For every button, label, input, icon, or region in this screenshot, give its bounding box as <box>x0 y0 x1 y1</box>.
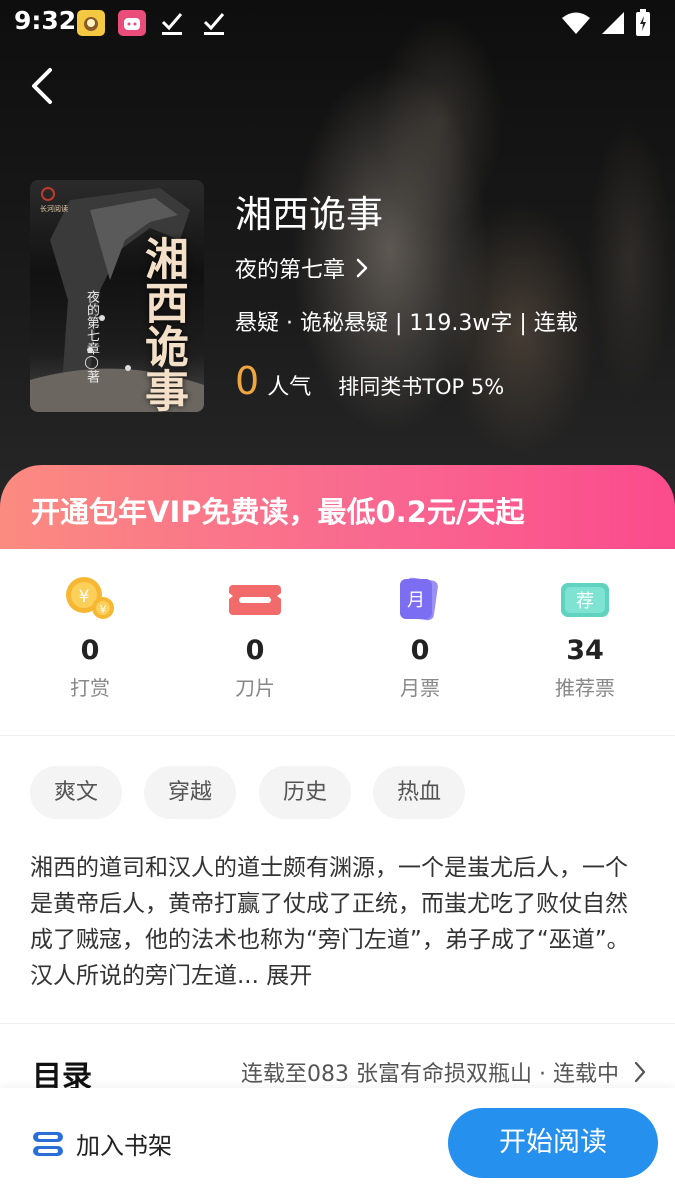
cover-publisher: 长河阅读 <box>40 205 68 213</box>
stat-tip[interactable]: ¥ ¥ 0 打赏 <box>30 575 150 701</box>
signal-icon <box>602 12 624 34</box>
wifi-icon <box>562 12 590 34</box>
publisher-logo <box>41 187 55 201</box>
author-link[interactable]: 夜的第七章 <box>235 252 369 284</box>
blade-icon <box>229 585 281 615</box>
section-divider <box>0 1023 675 1024</box>
cover-author: 夜的第七章◯著 <box>84 290 99 383</box>
chevron-left-icon <box>32 68 52 104</box>
add-to-shelf-button[interactable]: 加入书架 <box>32 1126 172 1161</box>
notification-app-icon <box>77 10 105 36</box>
svg-text:月: 月 <box>407 590 425 611</box>
stat-label: 刀片 <box>235 676 275 700</box>
tag-chip[interactable]: 穿越 <box>144 766 237 819</box>
table-of-contents-row[interactable]: 目录 连载至083 张富有命损双瓶山 · 连载中 <box>0 1040 675 1095</box>
popularity-label: 人气 <box>267 375 312 400</box>
chevron-right-icon <box>356 258 368 278</box>
stat-recommend-ticket[interactable]: 荐 34 推荐票 <box>525 575 645 701</box>
monthly-ticket-icon: 月 <box>400 577 438 621</box>
chevron-right-icon <box>634 1061 646 1083</box>
stat-value: 34 <box>566 635 604 666</box>
description-text: 湘西的道司和汉人的道士颇有渊源，一个是蚩尤后人，一个是黄帝后人，黄帝打赢了仗成了… <box>30 855 630 989</box>
download-done-icon <box>160 10 184 36</box>
back-button[interactable] <box>24 62 64 110</box>
book-description[interactable]: 湘西的道司和汉人的道士颇有渊源，一个是蚩尤后人，一个是黄帝后人，黄帝打赢了仗成了… <box>30 850 648 994</box>
system-indicators <box>561 9 651 37</box>
book-title: 湘西诡事 <box>235 193 383 236</box>
popularity-value: 0 <box>235 359 260 403</box>
book-meta: 悬疑 · 诡秘悬疑 | 119.3w字 | 连载 <box>235 311 578 336</box>
bottom-action-bar: 加入书架 开始阅读 <box>0 1088 675 1200</box>
author-name: 夜的第七章 <box>235 258 346 283</box>
stat-value: 0 <box>80 635 100 666</box>
toc-latest-chapter: 连载至083 张富有命损双瓶山 · 连载中 <box>241 1062 619 1087</box>
start-reading-button[interactable]: 开始阅读 <box>448 1108 658 1178</box>
stat-value: 0 <box>410 635 430 666</box>
vip-banner[interactable]: 开通包年VIP免费读，最低0.2元/天起 <box>0 465 675 549</box>
status-time: 9:32 <box>14 6 77 35</box>
stat-label: 推荐票 <box>555 676 615 700</box>
stat-label: 月票 <box>400 676 440 700</box>
tag-chip[interactable]: 热血 <box>373 766 466 819</box>
coin-icon: ¥ ¥ <box>66 577 114 619</box>
cover-title-art: 湘西诡事 <box>137 236 188 412</box>
notification-app-icon <box>118 10 146 36</box>
stat-value: 0 <box>245 635 265 666</box>
battery-icon <box>636 9 650 36</box>
vip-banner-text: 开通包年VIP免费读，最低0.2元/天起 <box>31 495 525 529</box>
stat-label: 打赏 <box>70 676 110 700</box>
bookshelf-icon <box>33 1131 63 1156</box>
tag-chip[interactable]: 爽文 <box>30 766 123 819</box>
add-to-shelf-label: 加入书架 <box>76 1132 172 1160</box>
stat-monthly-ticket[interactable]: 月 0 月票 <box>360 575 480 701</box>
tag-chip[interactable]: 历史 <box>259 766 352 819</box>
rank-text: 排同类书TOP 5% <box>338 375 505 399</box>
status-bar: 9:32 <box>0 0 675 46</box>
book-cover[interactable]: 长河阅读 夜的第七章◯著 湘西诡事 <box>30 180 204 412</box>
svg-text:¥: ¥ <box>100 603 107 616</box>
recommend-ticket-icon: 荐 <box>561 583 609 617</box>
expand-link[interactable]: 展开 <box>266 963 312 989</box>
stat-blade[interactable]: 0 刀片 <box>195 575 315 701</box>
support-stats: ¥ ¥ 0 打赏 0 刀片 月 0 月票 荐 34 推荐票 <box>0 549 675 736</box>
popularity-row: 0 人气 排同类书TOP 5% <box>235 358 504 404</box>
svg-text:荐: 荐 <box>576 591 594 612</box>
download-done-icon <box>202 10 226 36</box>
svg-text:¥: ¥ <box>79 587 90 607</box>
